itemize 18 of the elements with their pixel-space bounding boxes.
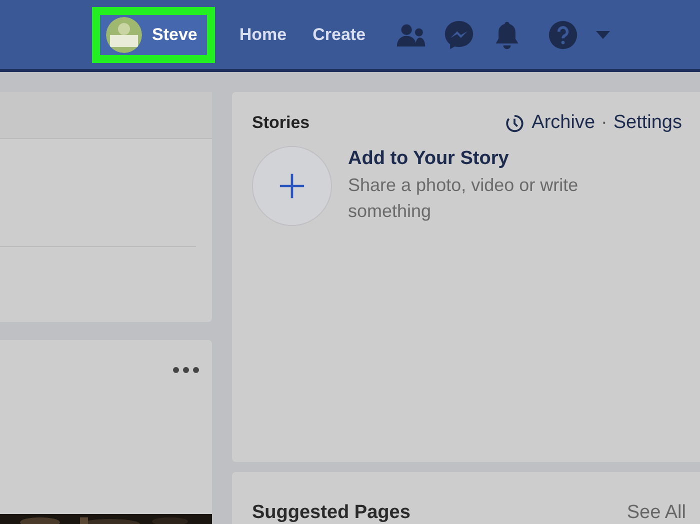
nav-link[interactable]: Home <box>237 24 289 44</box>
card-title: Stories <box>252 113 310 133</box>
card-title: Suggested Pages <box>252 502 410 524</box>
separator: · <box>601 112 608 134</box>
nav-link[interactable]: Create <box>310 24 368 44</box>
add-story-link[interactable]: Add to Your Story <box>348 148 638 170</box>
messenger-icon[interactable] <box>444 20 474 50</box>
add-story-description: Share a photo, video or write something <box>348 174 580 223</box>
profile-link[interactable]: Steve <box>100 14 208 54</box>
profile-name: Steve <box>152 24 198 44</box>
settings-link[interactable]: Settings <box>613 112 682 134</box>
help-icon[interactable] <box>548 20 578 50</box>
more-options-icon[interactable] <box>173 367 199 373</box>
clock-icon <box>504 114 524 132</box>
caret-icon[interactable] <box>596 30 610 38</box>
plus-icon <box>279 173 305 199</box>
see-all-link[interactable]: See All <box>626 502 686 524</box>
archive-link[interactable]: Archive <box>532 112 596 134</box>
